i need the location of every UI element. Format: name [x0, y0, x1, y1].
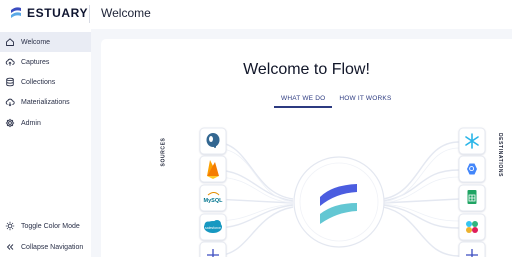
double-chevron-left-icon [6, 244, 14, 250]
source-tile-mysql[interactable]: MySQL [199, 184, 227, 212]
tab-what-we-do[interactable]: WHAT WE DO [274, 94, 333, 108]
sidebar-item-admin[interactable]: Admin [0, 113, 91, 133]
source-tile-salesforce[interactable]: salesforce [199, 213, 227, 241]
estuary-flow-hub [293, 156, 385, 248]
sidebar-item-collections[interactable]: Collections [0, 72, 91, 92]
add-source-button[interactable] [199, 241, 227, 257]
destination-tile-google-sheets[interactable] [458, 184, 486, 212]
page-title: Welcome [101, 6, 151, 20]
estuary-logo-mark-icon [11, 7, 21, 18]
home-icon [6, 38, 14, 46]
sidebar-item-label: Captures [21, 58, 50, 66]
cloud-download-icon [5, 98, 15, 107]
sidebar-item-welcome[interactable]: Welcome [0, 32, 91, 52]
database-icon [6, 77, 14, 87]
collapse-navigation-button[interactable]: Collapse Navigation [0, 237, 91, 257]
salesforce-icon: salesforce [204, 220, 222, 233]
cloud-upload-icon [5, 58, 15, 66]
source-tile-firebase[interactable] [199, 155, 227, 183]
sidebar-item-materializations[interactable]: Materializations [0, 92, 91, 112]
welcome-card: Welcome to Flow! WHAT WE DO HOW IT WORKS… [101, 39, 512, 257]
sidebar-item-label: Collections [21, 78, 56, 86]
sidebar-item-label: Welcome [21, 38, 51, 46]
destination-tile-snowflake[interactable] [458, 127, 486, 155]
data-flow-diagram: MySQL salesforce [199, 127, 486, 257]
toggle-color-mode-button[interactable]: Toggle Color Mode [0, 216, 91, 236]
sun-icon [5, 221, 15, 231]
main-content: Welcome to Flow! WHAT WE DO HOW IT WORKS… [91, 29, 512, 257]
tab-how-it-works[interactable]: HOW IT WORKS [332, 94, 398, 108]
google-sheets-icon [467, 190, 477, 204]
welcome-tabs: WHAT WE DO HOW IT WORKS [274, 94, 399, 108]
add-destination-button[interactable] [458, 241, 486, 257]
brand-name: ESTUARY [27, 6, 89, 20]
destination-tile-bigquery[interactable] [458, 155, 486, 183]
header-divider [89, 5, 90, 23]
toggle-color-mode-label: Toggle Color Mode [21, 222, 80, 230]
estuary-logo[interactable]: ESTUARY [9, 6, 88, 20]
welcome-title: Welcome to Flow! [243, 61, 370, 78]
top-bar: ESTUARY Welcome [0, 0, 512, 29]
sidebar-item-label: Materializations [21, 98, 70, 106]
sidebar: Welcome Captures Collections Materializa… [0, 29, 91, 257]
svg-text:salesforce: salesforce [205, 226, 221, 230]
sidebar-item-label: Admin [21, 119, 41, 127]
svg-text:MySQL: MySQL [204, 198, 224, 204]
source-tile-postgresql[interactable] [199, 127, 227, 155]
collapse-navigation-label: Collapse Navigation [21, 243, 84, 251]
gear-icon [5, 118, 15, 128]
destination-tile-slack[interactable] [458, 213, 486, 241]
sidebar-item-captures[interactable]: Captures [0, 52, 91, 72]
